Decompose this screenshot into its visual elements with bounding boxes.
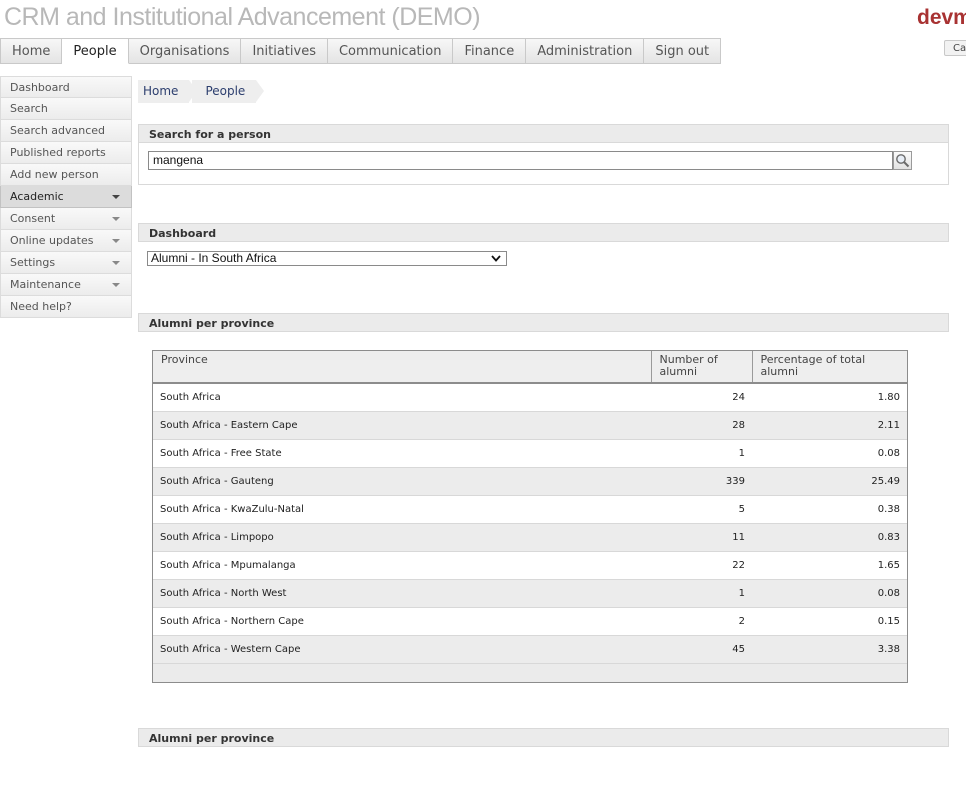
percentage-cell: 0.83 [752, 523, 907, 551]
sidebar-item-consent[interactable]: Consent [0, 208, 132, 230]
alumni-count-cell: 5 [651, 495, 752, 523]
search-button[interactable] [893, 151, 912, 170]
alumni-count-cell: 1 [651, 579, 752, 607]
sidebar-item-search[interactable]: Search [0, 98, 132, 120]
alumni-count-cell: 24 [651, 383, 752, 411]
table-row: South Africa 24 1.80 [153, 383, 907, 411]
top-navigation: Home People Organisations Initiatives Co… [0, 38, 722, 64]
sidebar-item-label: Settings [10, 256, 56, 269]
sidebar-item-label: Dashboard [10, 81, 70, 94]
sidebar-item-label: Published reports [10, 146, 106, 159]
caret-down-icon [112, 195, 120, 199]
sidebar-item-label: Add new person [10, 168, 99, 181]
table-row: South Africa - Mpumalanga 22 1.65 [153, 551, 907, 579]
table-row: South Africa - KwaZulu-Natal 5 0.38 [153, 495, 907, 523]
sidebar-item-academic[interactable]: Academic [0, 186, 132, 208]
tab-sign-out[interactable]: Sign out [644, 38, 722, 64]
alumni-count-cell: 28 [651, 411, 752, 439]
report-panel-heading: Alumni per province [138, 313, 949, 332]
sidebar-item-online-updates[interactable]: Online updates [0, 230, 132, 252]
column-header-percentage[interactable]: Percentage of total alumni [752, 351, 907, 384]
sidebar-item-settings[interactable]: Settings [0, 252, 132, 274]
sidebar-item-label: Consent [10, 212, 56, 225]
column-header-number-of-alumni[interactable]: Number of alumni [651, 351, 753, 384]
alumni-count-cell: 11 [651, 523, 752, 551]
percentage-cell: 3.38 [752, 635, 907, 663]
alumni-count-cell: 1 [651, 439, 752, 467]
chevron-down-icon [491, 255, 501, 262]
brand-logo: devm [917, 6, 966, 29]
sidebar-item-label: Search [10, 102, 48, 115]
province-cell: South Africa - Eastern Cape [153, 411, 651, 439]
table-row: South Africa - Free State 1 0.08 [153, 439, 907, 467]
sidebar-item-label: Online updates [10, 234, 94, 247]
sidebar-item-label: Need help? [10, 300, 72, 313]
tab-people[interactable]: People [62, 38, 129, 64]
percentage-cell: 1.65 [752, 551, 907, 579]
alumni-table: Province Number of alumni Percentage of … [152, 350, 908, 683]
tab-administration[interactable]: Administration [526, 38, 645, 64]
alumni-count-cell: 339 [651, 467, 752, 495]
caret-down-icon [112, 283, 120, 287]
percentage-cell: 1.80 [752, 383, 907, 411]
breadcrumb: Home People [138, 80, 265, 103]
table-row: South Africa - Northern Cape 2 0.15 [153, 607, 907, 635]
sidebar-menu: Dashboard Search Search advanced Publish… [0, 76, 132, 318]
province-cell: South Africa - KwaZulu-Natal [153, 495, 651, 523]
percentage-cell: 0.15 [752, 607, 907, 635]
sidebar-item-maintenance[interactable]: Maintenance [0, 274, 132, 296]
corner-button[interactable]: Ca [944, 40, 966, 56]
app-title: CRM and Institutional Advancement (DEMO) [4, 3, 481, 31]
province-cell: South Africa - Western Cape [153, 635, 651, 663]
search-panel-heading: Search for a person [138, 124, 949, 143]
sidebar-item-search-advanced[interactable]: Search advanced [0, 120, 132, 142]
alumni-count-cell: 45 [651, 635, 752, 663]
table-row: South Africa - Limpopo 11 0.83 [153, 523, 907, 551]
percentage-cell: 0.38 [752, 495, 907, 523]
search-input[interactable]: mangena [148, 151, 893, 170]
sidebar-item-add-new-person[interactable]: Add new person [0, 164, 132, 186]
province-cell: South Africa - Mpumalanga [153, 551, 651, 579]
breadcrumb-people[interactable]: People [192, 80, 265, 103]
tab-finance[interactable]: Finance [453, 38, 527, 64]
province-cell: South Africa [153, 383, 651, 411]
sidebar-item-label: Search advanced [10, 124, 106, 137]
province-cell: South Africa - Limpopo [153, 523, 651, 551]
table-row: South Africa - Eastern Cape 28 2.11 [153, 411, 907, 439]
tab-home[interactable]: Home [0, 38, 63, 64]
dashboard-select[interactable]: Alumni - In South Africa [147, 251, 507, 266]
tab-initiatives[interactable]: Initiatives [241, 38, 328, 64]
province-cell: South Africa - Northern Cape [153, 607, 651, 635]
percentage-cell: 0.08 [752, 579, 907, 607]
caret-down-icon [112, 217, 120, 221]
alumni-count-cell: 2 [651, 607, 752, 635]
table-row: South Africa - North West 1 0.08 [153, 579, 907, 607]
province-cell: South Africa - North West [153, 579, 651, 607]
dashboard-select-value: Alumni - In South Africa [151, 251, 277, 265]
province-cell: South Africa - Gauteng [153, 467, 651, 495]
percentage-cell: 0.08 [752, 439, 907, 467]
percentage-cell: 2.11 [752, 411, 907, 439]
caret-down-icon [112, 261, 120, 265]
table-row: South Africa - Gauteng 339 25.49 [153, 467, 907, 495]
column-header-province[interactable]: Province [153, 351, 652, 384]
sidebar-item-published-reports[interactable]: Published reports [0, 142, 132, 164]
magnifier-icon [896, 154, 910, 168]
table-row: South Africa - Western Cape 45 3.38 [153, 635, 907, 663]
percentage-cell: 25.49 [752, 467, 907, 495]
breadcrumb-home[interactable]: Home [138, 80, 198, 103]
dashboard-panel-heading: Dashboard [138, 223, 949, 242]
tab-communication[interactable]: Communication [327, 38, 454, 64]
tab-organisations[interactable]: Organisations [128, 38, 242, 64]
sidebar-item-need-help[interactable]: Need help? [0, 296, 132, 318]
province-cell: South Africa - Free State [153, 439, 651, 467]
alumni-count-cell: 22 [651, 551, 752, 579]
sidebar-item-label: Academic [10, 190, 64, 203]
sidebar-item-label: Maintenance [10, 278, 81, 291]
caret-down-icon [112, 239, 120, 243]
report2-panel-heading: Alumni per province [138, 728, 949, 747]
sidebar-item-dashboard[interactable]: Dashboard [0, 76, 132, 98]
